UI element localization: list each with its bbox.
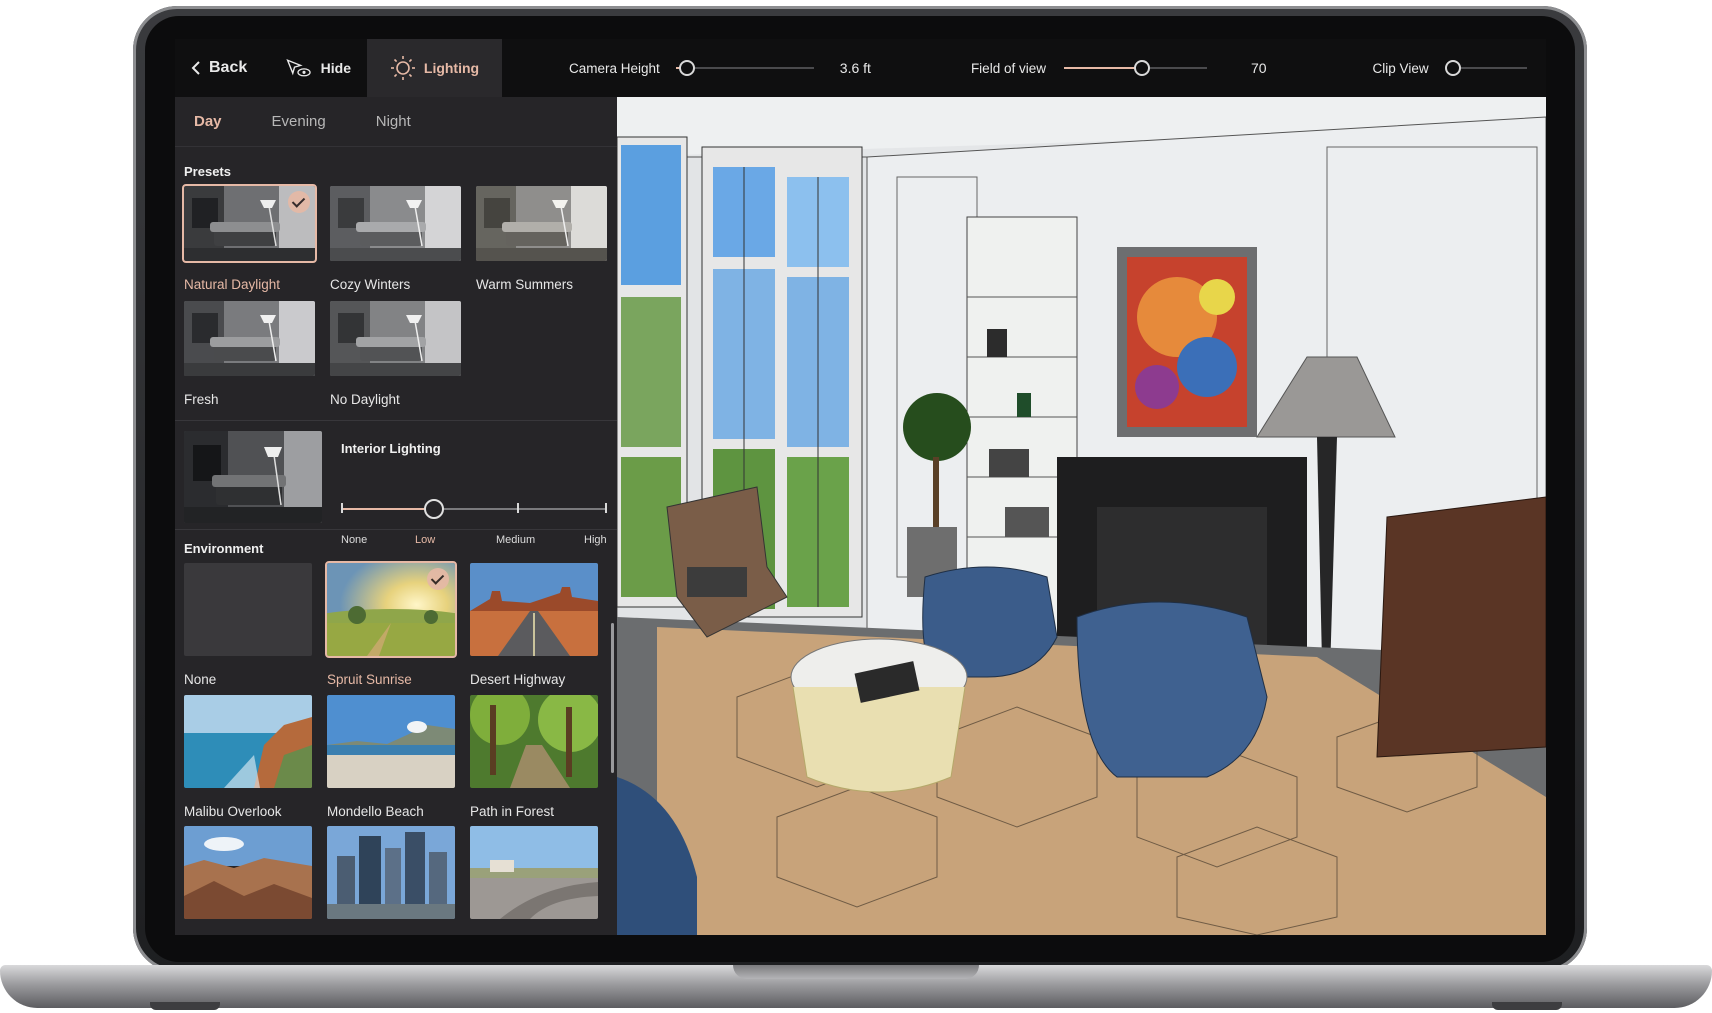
lighting-button[interactable]: Lighting	[367, 39, 502, 97]
preset-label-fresh: Fresh	[184, 392, 219, 407]
section-divider	[175, 529, 617, 530]
back-label: Back	[209, 59, 248, 76]
preset-thumb-fresh[interactable]	[184, 301, 315, 376]
back-button[interactable]: Back	[175, 39, 269, 97]
laptop-foot-left	[150, 1002, 220, 1010]
field-of-view-knob[interactable]	[1133, 60, 1150, 76]
lighting-panel: Day Evening Night Presets Natural Daylig…	[175, 97, 617, 935]
env-thumb-mondello-beach[interactable]	[327, 695, 455, 788]
camera-height-label: Camera Height	[569, 60, 660, 76]
clip-view-control: Clip View	[1373, 39, 1527, 97]
preset-label-no-daylight: No Daylight	[330, 392, 400, 407]
interior-level-none: None	[341, 534, 368, 546]
env-label-mondello-beach: Mondello Beach	[327, 804, 424, 819]
app-screen: Back Hide Lighting Camera Height 3.6 ft …	[175, 39, 1546, 935]
env-label-none: None	[184, 672, 217, 687]
clip-view-knob[interactable]	[1444, 60, 1461, 76]
preset-thumb-warm-summers[interactable]	[476, 186, 607, 261]
room-3d-viewport[interactable]	[617, 97, 1546, 935]
camera-height-slider[interactable]	[675, 60, 814, 76]
field-of-view-label: Field of view	[970, 60, 1046, 76]
sun-icon	[390, 56, 415, 80]
env-thumb-canyon[interactable]	[184, 826, 312, 919]
top-toolbar: Back Hide Lighting Camera Height 3.6 ft …	[175, 39, 1546, 97]
env-thumb-street[interactable]	[470, 826, 598, 919]
field-of-view-slider[interactable]	[1063, 60, 1207, 76]
preset-selected-checkmark-icon	[288, 191, 310, 213]
preset-label-warm-summers: Warm Summers	[476, 277, 573, 292]
env-thumb-path-in-forest[interactable]	[470, 695, 598, 788]
env-thumb-city[interactable]	[327, 826, 455, 919]
env-thumb-malibu-overlook[interactable]	[184, 695, 312, 788]
presets-title: Presets	[184, 164, 231, 179]
env-label-spruit-sunrise: Spruit Sunrise	[327, 672, 412, 687]
env-selected-checkmark-icon	[427, 568, 449, 590]
laptop-notch	[733, 965, 979, 979]
hide-label: Hide	[320, 60, 351, 76]
time-of-day-tabs: Day Evening Night	[175, 97, 617, 147]
section-divider	[175, 420, 617, 421]
env-label-desert-highway: Desert Highway	[470, 672, 566, 687]
lighting-label: Lighting	[423, 60, 480, 76]
wall-painting	[1117, 247, 1257, 437]
clip-view-slider[interactable]	[1444, 60, 1527, 76]
interior-lighting-title: Interior Lighting	[341, 441, 441, 456]
chevron-left-icon	[191, 61, 200, 75]
preset-thumb-no-daylight[interactable]	[330, 301, 461, 376]
field-of-view-value: 70	[1250, 60, 1267, 76]
tab-day[interactable]: Day	[194, 113, 222, 130]
interior-lighting-thumb	[184, 431, 322, 523]
interior-level-low: Low	[415, 534, 436, 546]
tab-night[interactable]: Night	[376, 113, 411, 130]
coffee-table	[790, 638, 968, 793]
clip-view-label: Clip View	[1372, 60, 1429, 76]
interior-lighting-knob[interactable]	[424, 499, 444, 519]
blue-armchair-right	[1076, 601, 1268, 778]
tab-evening[interactable]: Evening	[272, 113, 326, 130]
interior-lighting-slider[interactable]	[341, 499, 607, 519]
env-thumb-none[interactable]	[184, 563, 312, 656]
hide-button[interactable]: Hide	[269, 39, 367, 97]
interior-level-high: High	[584, 534, 607, 546]
camera-height-control: Camera Height 3.6 ft	[569, 39, 871, 97]
interior-level-medium: Medium	[496, 534, 536, 546]
preset-thumb-cozy-winters[interactable]	[330, 186, 461, 261]
panel-scrollbar[interactable]	[611, 623, 614, 773]
env-thumb-desert-highway[interactable]	[470, 563, 598, 656]
preset-label-natural-daylight: Natural Daylight	[184, 277, 281, 292]
field-of-view-control: Field of view 70	[971, 39, 1267, 97]
brown-sofa	[1376, 496, 1546, 758]
env-label-malibu-overlook: Malibu Overlook	[184, 804, 282, 819]
laptop-foot-right	[1492, 1002, 1562, 1010]
cursor-eye-icon	[286, 58, 311, 77]
preset-label-cozy-winters: Cozy Winters	[330, 277, 411, 292]
camera-height-knob[interactable]	[678, 60, 695, 76]
env-label-path-in-forest: Path in Forest	[470, 804, 555, 819]
environment-title: Environment	[184, 541, 264, 556]
camera-height-value: 3.6 ft	[839, 60, 871, 76]
